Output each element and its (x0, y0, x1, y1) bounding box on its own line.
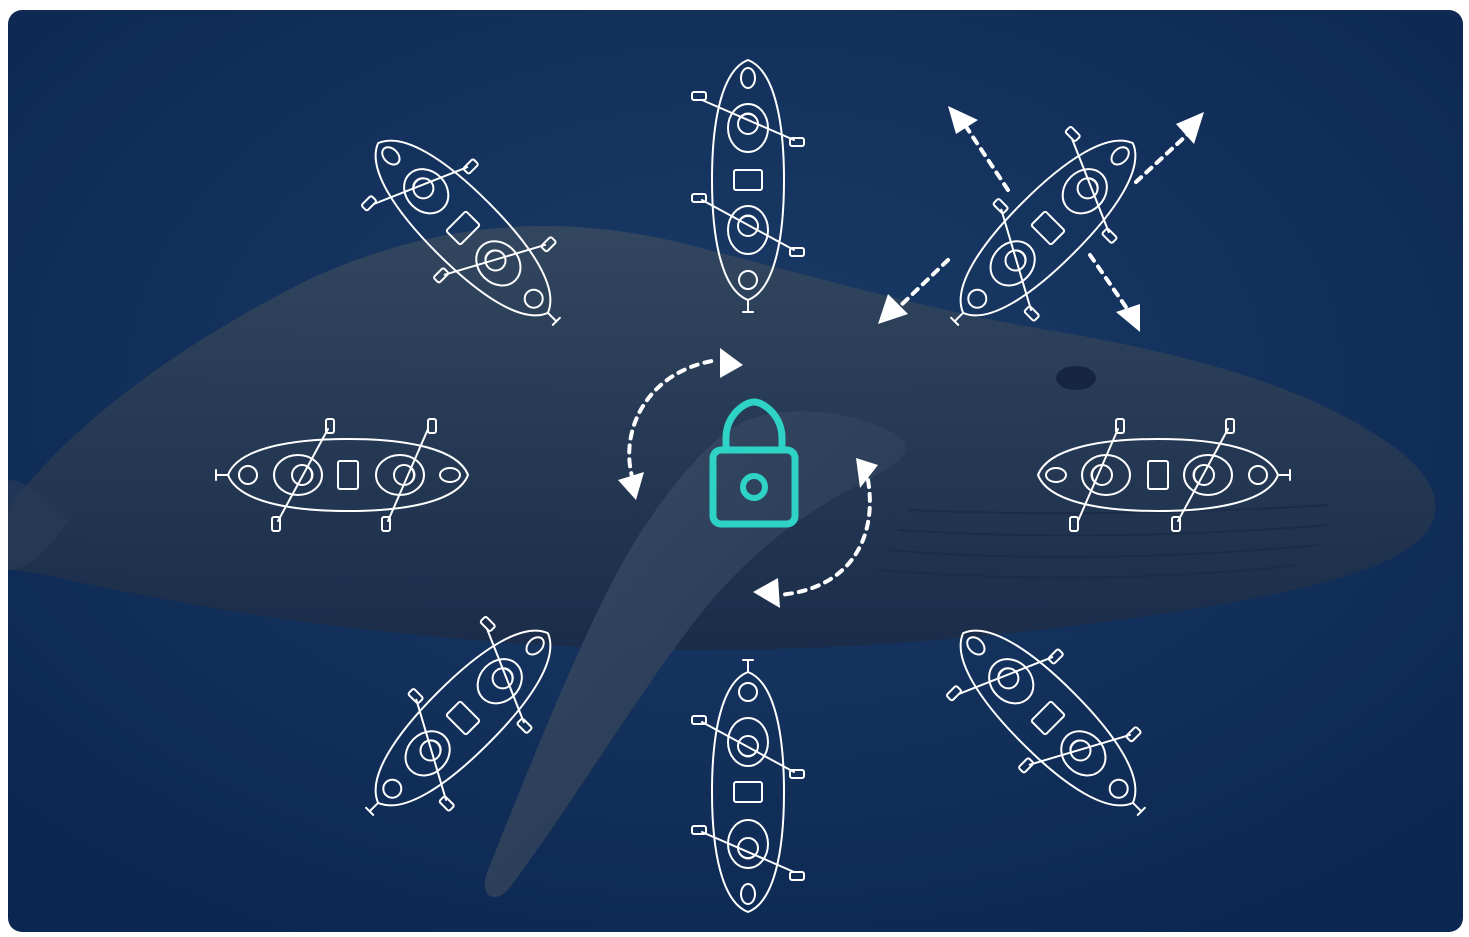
diagram-canvas (8, 10, 1463, 932)
kayak-positioning-diagram (8, 10, 1463, 932)
